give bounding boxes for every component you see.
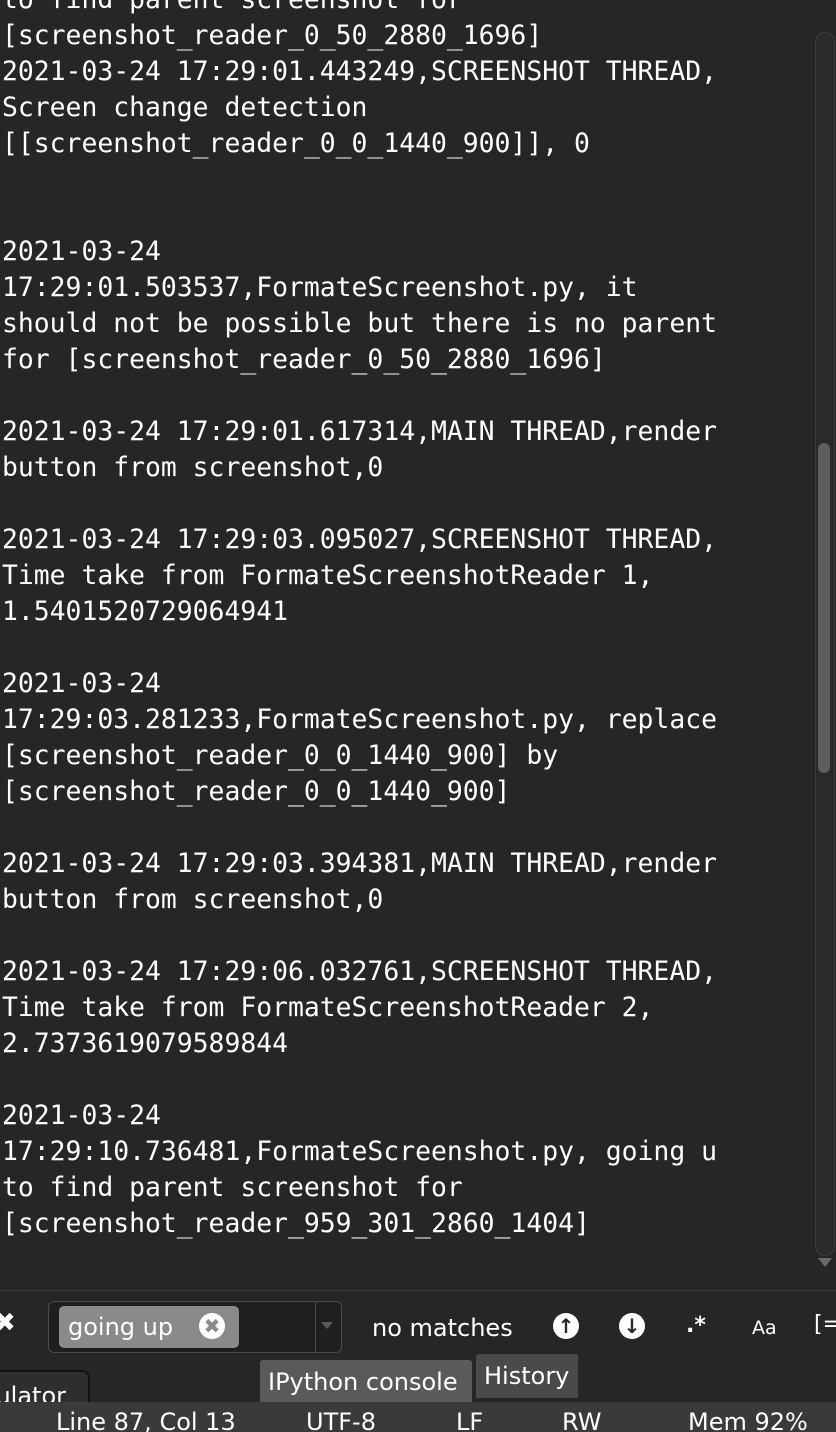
file-permissions: RW (562, 1408, 602, 1432)
console-scrollbar[interactable] (812, 32, 836, 1272)
console-line: should not be possible but there is no p… (2, 308, 717, 339)
file-encoding: UTF-8 (306, 1408, 376, 1432)
cursor-position: Line 87, Col 13 (56, 1408, 236, 1432)
console-line: for [screenshot_reader_0_50_2880_1696] (2, 344, 606, 375)
console-line: Time take from FormateScreenshotReader 1… (2, 560, 654, 591)
find-query-value: going up (68, 1313, 174, 1341)
find-history-dropdown-icon[interactable] (321, 1322, 333, 1329)
pane-tabs: IPython console History (0, 1354, 836, 1404)
console-line: 2021-03-24 17:29:03.095027,SCREENSHOT TH… (2, 524, 717, 555)
find-input[interactable]: going up ✖ (48, 1301, 342, 1353)
console-line: 17:29:01.503537,FormateScreenshot.py, it (2, 272, 638, 303)
find-next-icon[interactable]: ↓ (619, 1313, 645, 1339)
console-line: 1.5401520729064941 (2, 596, 288, 627)
console-line: Screen change detection (2, 92, 368, 123)
ipython-console-output[interactable]: to find parent screenshot for [screenshot… (0, 0, 812, 1290)
console-line: 17:29:03.281233,FormateScreenshot.py, re… (2, 704, 717, 735)
console-line: button from screenshot,0 (2, 452, 384, 483)
status-bar: Line 87, Col 13 UTF-8 LF RW Mem 92% (0, 1402, 836, 1432)
console-line: 2021-03-24 (2, 668, 161, 699)
memory-usage: Mem 92% (688, 1408, 808, 1432)
console-line: 2021-03-24 17:29:01.443249,SCREENSHOT TH… (2, 56, 717, 87)
console-line: to find parent screenshot for (2, 1172, 463, 1203)
line-endings: LF (456, 1408, 484, 1432)
case-sensitive-toggle-icon[interactable]: Aa (752, 1313, 777, 1343)
console-line: Time take from FormateScreenshotReader 2… (2, 992, 654, 1023)
find-previous-icon[interactable]: ↑ (553, 1313, 579, 1339)
console-line: [screenshot_reader_959_301_2860_1404] (2, 1208, 590, 1239)
tab-history[interactable]: History (476, 1354, 578, 1398)
console-line: 2.7373619079589844 (2, 1028, 288, 1059)
scrollbar-thumb[interactable] (818, 443, 830, 773)
console-line: 2021-03-24 (2, 1100, 161, 1131)
console-line: 2021-03-24 17:29:06.032761,SCREENSHOT TH… (2, 956, 717, 987)
match-status: no matches (372, 1314, 513, 1342)
console-line: [screenshot_reader_0_0_1440_900] (2, 776, 511, 807)
console-line: 17:29:10.736481,FormateScreenshot.py, go… (2, 1136, 717, 1167)
find-input-divider (315, 1302, 316, 1352)
close-find-icon[interactable]: ✖ (0, 1310, 16, 1336)
console-log: to find parent screenshot for [screenshot… (2, 0, 717, 1242)
console-line: to find parent screenshot for (2, 0, 717, 18)
console-line: 2021-03-24 17:29:03.394381,MAIN THREAD,r… (2, 848, 717, 879)
tab-ipython-console[interactable]: IPython console (260, 1360, 472, 1404)
find-query-text: going up ✖ (59, 1306, 239, 1348)
console-line: [screenshot_reader_0_0_1440_900] by (2, 740, 559, 771)
scroll-down-arrow-icon[interactable] (818, 1258, 832, 1267)
console-line: button from screenshot,0 (2, 884, 384, 915)
find-bar: ✖ going up ✖ no matches ↑ ↓ .* Aa [= (0, 1290, 836, 1359)
clear-search-icon[interactable]: ✖ (199, 1313, 225, 1339)
console-line: [screenshot_reader_0_50_2880_1696] (2, 20, 543, 51)
console-line: 2021-03-24 17:29:01.617314,MAIN THREAD,r… (2, 416, 717, 447)
whole-word-toggle-icon[interactable]: [= (814, 1313, 836, 1337)
console-line: [[screenshot_reader_0_0_1440_900]], 0 (2, 128, 590, 159)
regex-toggle-icon[interactable]: .* (686, 1311, 706, 1341)
console-line: 2021-03-24 (2, 236, 161, 267)
